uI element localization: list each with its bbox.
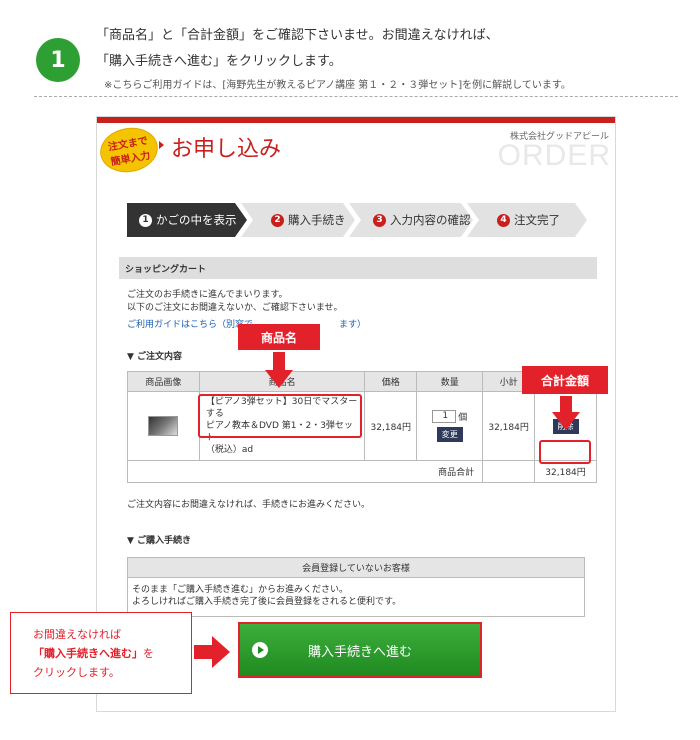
subtotal-cell: 32,184円 — [482, 391, 536, 461]
progress-step-label: 注文完了 — [514, 213, 560, 227]
product-name-line: （税込）ad — [205, 445, 254, 455]
cart-intro: ご注文のお手続きに進んでまいります。 以下のご注文にお間違えないか、ご確認下さい… — [127, 289, 343, 315]
step-2-icon: 2 — [271, 213, 284, 227]
step-number-badge: 1 — [36, 38, 80, 82]
change-quantity-button[interactable]: 変更 — [436, 427, 463, 442]
guest-box-line: そのまま「ご購入手続き進む」からお進みください。 — [132, 585, 349, 595]
proceed-button-label: 購入手続きへ進む — [307, 644, 412, 660]
total-spacer — [482, 460, 536, 483]
step-instruction-line1: 「商品名」と「合計金額」をご確認下さいませ。お間違えなければ、 — [96, 28, 499, 43]
product-name-highlight — [198, 394, 362, 438]
instruction-callout: お間違えなければ 「購入手続きへ進む」を クリックします。 — [10, 612, 192, 694]
order-contents-heading: ▼ ご注文内容 — [127, 352, 183, 362]
easy-order-badge: 注文まで 簡単入力 — [97, 124, 161, 176]
quantity-input[interactable]: 1 — [432, 410, 457, 423]
confirm-message: ご注文内容にお間違えなければ、手続きにお進みください。 — [127, 500, 371, 510]
step-3-icon: 3 — [373, 213, 386, 227]
play-icon — [252, 642, 268, 658]
instruction-line: 「購入手続きへ進む」を — [33, 644, 191, 663]
right-arrow-icon — [212, 636, 230, 668]
checkout-progress: 1 かごの中を表示 2 購入手続き 3 入力内容の確認 4 注文完了 — [127, 203, 587, 237]
proceed-to-purchase-button[interactable]: 購入手続きへ進む — [238, 622, 482, 678]
qty-unit: 個 — [458, 413, 468, 423]
total-row: 商品合計 32,184円 — [126, 460, 597, 483]
progress-step-label: 入力内容の確認 — [390, 213, 471, 227]
guest-customer-box: 会員登録していないお客様 そのまま「ご購入手続き進む」からお進みください。 よろ… — [127, 557, 585, 617]
progress-step-label: 購入手続き — [288, 213, 346, 227]
guest-box-line: よろしければご購入手続き完了後に会員登録をされると便利です。 — [132, 597, 402, 607]
total-amount-highlight — [539, 440, 591, 464]
step-note: ※こちらご利用ガイドは、[海野先生が教えるピアノ講座 第１・２・３弾セット]を例… — [104, 80, 571, 91]
instruction-bold: 「購入手続きへ進む」 — [33, 647, 143, 660]
intro-line: ご注文のお手続きに進んでまいります。 — [127, 290, 288, 300]
page-title: お申し込み — [171, 137, 282, 162]
guest-box-header: 会員登録していないお客様 — [128, 558, 584, 578]
total-label: 商品合計 — [126, 460, 484, 483]
guide-link-left[interactable]: ご利用ガイドはこちら（別窓で — [127, 320, 253, 330]
col-header-qty: 数量 — [416, 371, 484, 392]
guide-link-right[interactable]: ます） — [339, 320, 366, 330]
price-cell: 32,184円 — [364, 391, 418, 461]
progress-step-confirm: 3 入力内容の確認 — [349, 203, 473, 237]
instruction-line: クリックします。 — [33, 666, 120, 679]
instruction-rest: を — [143, 647, 154, 660]
total-arrow-icon — [552, 412, 580, 430]
progress-step-purchase: 2 購入手続き — [241, 203, 355, 237]
product-arrow-shaft — [273, 352, 285, 372]
order-watermark: ORDER — [497, 139, 611, 172]
guest-box-body: そのまま「ご購入手続き進む」からお進みください。 よろしければご購入手続き完了後… — [128, 578, 584, 614]
qty-cell: 1個 変更 — [416, 391, 484, 461]
step-4-icon: 4 — [497, 213, 510, 227]
product-thumbnail — [148, 416, 179, 436]
dashed-divider — [34, 96, 678, 97]
col-header-price: 価格 — [364, 371, 418, 392]
product-image-cell — [127, 391, 200, 461]
col-header-image: 商品画像 — [127, 371, 200, 392]
title-arrow-icon — [159, 141, 164, 149]
shopping-cart-header: ショッピングカート — [119, 257, 597, 279]
top-accent-bar — [97, 117, 615, 123]
progress-step-label: かごの中を表示 — [156, 213, 237, 227]
product-arrow-icon — [265, 370, 293, 388]
instruction-arrow-shaft — [194, 645, 214, 659]
step-instruction-line2: 「購入手続きへ進む」をクリックします。 — [96, 54, 342, 69]
instruction-line: お間違えなければ — [33, 628, 121, 641]
product-name-callout: 商品名 — [238, 324, 320, 350]
purchase-procedure-heading: ▼ ご購入手続き — [127, 536, 192, 546]
step-1-icon: 1 — [139, 213, 152, 227]
progress-step-cart: 1 かごの中を表示 — [127, 203, 247, 237]
total-amount-callout: 合計金額 — [522, 366, 608, 394]
progress-step-complete: 4 注文完了 — [467, 203, 587, 237]
intro-line: 以下のご注文にお間違えないか、ご確認下さいませ。 — [127, 303, 343, 313]
